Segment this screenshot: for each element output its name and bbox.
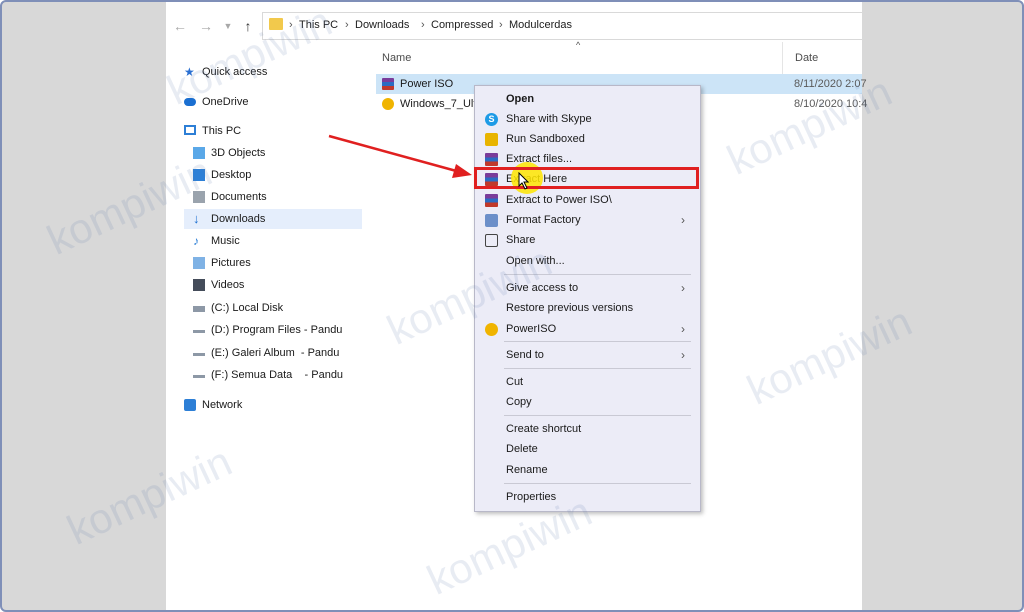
mouse-cursor-icon (518, 172, 530, 190)
screenshot-frame: ← → ▼ ↑ › This PC › Downloads › Compress… (0, 0, 1024, 612)
arrow-line (328, 134, 461, 174)
arrow-head-icon (452, 164, 472, 178)
